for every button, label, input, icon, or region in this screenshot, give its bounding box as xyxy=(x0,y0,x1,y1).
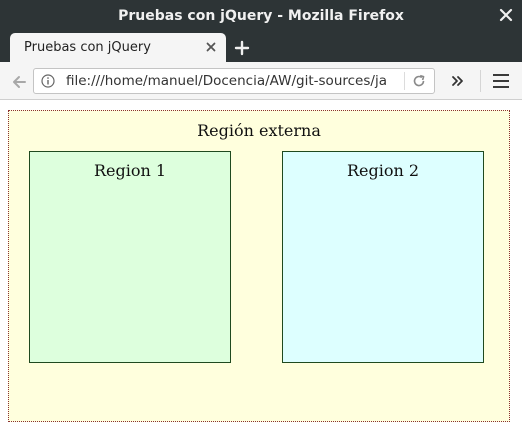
outer-region-title: Región externa xyxy=(197,121,321,140)
navigation-bar: file:///home/manuel/Docencia/AW/git-sour… xyxy=(0,62,522,100)
region-2-title: Region 2 xyxy=(346,161,420,180)
tab-close-icon[interactable] xyxy=(205,41,217,53)
reload-icon[interactable] xyxy=(412,74,426,88)
overflow-menu-button[interactable] xyxy=(448,72,468,90)
window-title: Pruebas con jQuery - Mozilla Firefox xyxy=(118,7,404,24)
new-tab-button[interactable] xyxy=(232,38,252,58)
hamburger-icon xyxy=(493,80,509,82)
region-2: Region 2 xyxy=(282,151,484,363)
plus-icon xyxy=(234,40,250,56)
back-button[interactable] xyxy=(9,72,29,92)
arrow-left-icon xyxy=(13,76,26,88)
tab-label: Pruebas con jQuery xyxy=(24,40,151,55)
url-bar[interactable]: file:///home/manuel/Docencia/AW/git-sour… xyxy=(33,68,435,94)
tab-pruebas-jquery[interactable]: Pruebas con jQuery xyxy=(10,33,226,62)
toolbar-separator xyxy=(480,70,481,92)
hamburger-icon xyxy=(493,74,509,76)
url-bar-separator xyxy=(404,72,405,90)
region-1-title: Region 1 xyxy=(93,161,167,180)
url-text[interactable]: file:///home/manuel/Docencia/AW/git-sour… xyxy=(66,73,402,89)
info-icon[interactable] xyxy=(41,74,55,88)
window-titlebar: Pruebas con jQuery - Mozilla Firefox xyxy=(0,0,522,31)
close-icon xyxy=(499,8,513,22)
outer-region: Región externa Region 1 Region 2 xyxy=(8,110,510,422)
page-content: Región externa Region 1 Region 2 xyxy=(0,101,522,445)
double-chevron-right-icon xyxy=(452,76,463,86)
tab-strip: Pruebas con jQuery xyxy=(0,31,522,62)
main-menu-button[interactable] xyxy=(491,72,511,90)
window-close-button[interactable] xyxy=(496,5,516,25)
region-1: Region 1 xyxy=(29,151,231,363)
hamburger-icon xyxy=(493,86,509,88)
